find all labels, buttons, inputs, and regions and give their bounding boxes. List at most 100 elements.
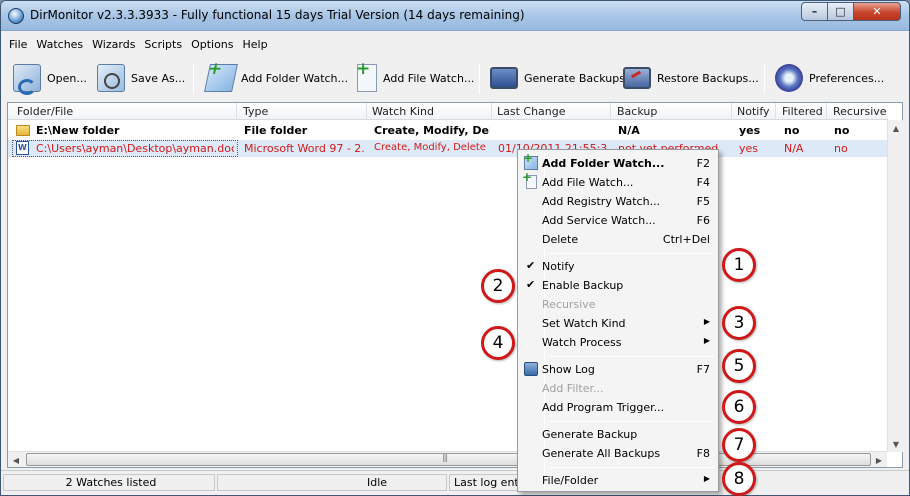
preferences-button[interactable]: Preferences... (775, 62, 884, 94)
column-folder-file[interactable]: Folder/File (17, 105, 73, 118)
word-document-icon (16, 141, 29, 155)
toolbar-separator (764, 64, 765, 94)
menu-item-delete[interactable]: Delete Ctrl+Del (520, 230, 716, 249)
open-button[interactable]: Open... (13, 62, 87, 95)
table-row[interactable]: C:\Users\ayman\Desktop\ayman.doc Microso… (8, 140, 888, 157)
restore-backups-button[interactable]: Restore Backups... (623, 62, 759, 94)
open-label: Open... (47, 71, 87, 85)
callout-6: 6 (722, 390, 756, 424)
menu-item-label: File/Folder (542, 474, 599, 487)
add-file-watch-button[interactable]: Add File Watch... (351, 59, 475, 94)
column-recursive[interactable]: Recursive (833, 105, 887, 118)
log-icon (524, 362, 538, 376)
scroll-right-icon[interactable]: ▶ (871, 452, 887, 468)
menu-item-enable-backup[interactable]: ✔ Enable Backup (520, 276, 716, 295)
save-as-button[interactable]: Save As... (97, 62, 185, 94)
gear-icon (775, 64, 803, 92)
cell-recursive: no (834, 124, 850, 137)
column-divider[interactable] (491, 103, 492, 120)
cell-filtered: no (784, 124, 800, 137)
column-watch-kind[interactable]: Watch Kind (372, 105, 434, 118)
app-icon (8, 8, 24, 24)
cell-watch-kind: Create, Modify, Delete (374, 142, 486, 153)
menu-item-generate-backup[interactable]: Generate Backup (520, 425, 716, 444)
menu-item-add-folder-watch[interactable]: Add Folder Watch... F2 (520, 151, 716, 173)
callout-5: 5 (722, 349, 756, 383)
menu-item-label: Enable Backup (542, 279, 624, 292)
vertical-scrollbar[interactable]: ▲ ▼ (887, 120, 903, 452)
menu-item-shortcut: F2 (696, 157, 710, 170)
generate-backups-button[interactable]: Generate Backups (490, 62, 625, 94)
menu-item-label: Delete (542, 233, 579, 246)
column-filtered[interactable]: Filtered (782, 105, 823, 118)
callout-3: 3 (722, 306, 756, 340)
column-divider[interactable] (236, 103, 237, 120)
menu-item-set-watch-kind[interactable]: Set Watch Kind ▶ (520, 314, 716, 333)
column-divider[interactable] (366, 103, 367, 120)
maximize-button[interactable]: □ (827, 2, 854, 21)
save-as-icon (97, 64, 125, 92)
column-divider[interactable] (731, 103, 732, 120)
callout-8: 8 (722, 462, 756, 496)
menu-separator (548, 356, 714, 357)
toolbar-separator (479, 64, 480, 94)
context-menu: Add Folder Watch... F2 Add File Watch...… (517, 149, 719, 492)
column-notify[interactable]: Notify (737, 105, 770, 118)
scroll-up-icon[interactable]: ▲ (888, 120, 904, 136)
menu-item-add-program-trigger[interactable]: Add Program Trigger... (520, 398, 716, 417)
watch-list[interactable]: Folder/File Type Watch Kind Last Change … (7, 102, 903, 468)
menu-item-label: Generate All Backups (542, 447, 661, 460)
submenu-arrow-icon: ▶ (703, 317, 710, 326)
menu-item-notify[interactable]: ✔ Notify (520, 257, 716, 276)
menu-file[interactable]: File (9, 38, 27, 51)
table-row[interactable]: E:\New folder File folder Create, Modify… (8, 122, 888, 139)
add-folder-watch-button[interactable]: Add Folder Watch... (204, 62, 348, 94)
column-type[interactable]: Type (243, 105, 268, 118)
menu-item-add-file-watch[interactable]: Add File Watch... F4 (520, 170, 716, 192)
cell-type: File folder (244, 124, 308, 137)
scroll-down-icon[interactable]: ▼ (888, 436, 904, 452)
column-divider[interactable] (610, 103, 611, 120)
menu-item-watch-process[interactable]: Watch Process ▶ (520, 333, 716, 352)
menu-wizards[interactable]: Wizards (92, 38, 135, 51)
column-divider[interactable] (826, 103, 827, 120)
status-watches: 2 Watches listed (3, 474, 215, 491)
menu-item-label: Show Log (542, 363, 595, 376)
menu-options[interactable]: Options (191, 38, 233, 51)
menu-watches[interactable]: Watches (36, 38, 83, 51)
folder-icon (16, 125, 30, 136)
add-file-watch-label: Add File Watch... (383, 71, 475, 85)
menu-item-label: Set Watch Kind (542, 317, 626, 330)
scroll-left-icon[interactable]: ◀ (8, 452, 24, 468)
cell-path: E:\New folder (36, 124, 120, 137)
check-icon: ✔ (526, 259, 536, 272)
menu-item-show-log[interactable]: Show Log F7 (520, 360, 716, 379)
window-title: DirMonitor v2.3.3.3933 - Fully functiona… (30, 8, 525, 22)
generate-backups-label: Generate Backups (524, 71, 625, 85)
menu-item-shortcut: F5 (696, 195, 710, 208)
add-folder-watch-icon (523, 151, 538, 170)
menu-scripts[interactable]: Scripts (144, 38, 182, 51)
column-last-change[interactable]: Last Change (497, 105, 566, 118)
title-bar[interactable]: DirMonitor v2.3.3.3933 - Fully functiona… (1, 1, 909, 31)
app-window: DirMonitor v2.3.3.3933 - Fully functiona… (0, 0, 910, 496)
menu-item-recursive: Recursive (520, 295, 716, 314)
menu-item-add-service-watch[interactable]: Add Service Watch... F6 (520, 211, 716, 230)
menu-item-shortcut: F6 (696, 214, 710, 227)
menu-item-label: Add Program Trigger... (542, 401, 665, 414)
menu-help[interactable]: Help (243, 38, 268, 51)
minimize-button[interactable]: – (801, 2, 828, 21)
horizontal-scrollbar[interactable]: ◀ ▶ (8, 451, 887, 467)
add-file-watch-icon (356, 59, 377, 92)
column-divider[interactable] (775, 103, 776, 120)
menu-item-generate-all-backups[interactable]: Generate All Backups F8 (520, 444, 716, 463)
submenu-arrow-icon: ▶ (703, 336, 710, 345)
menu-item-add-registry-watch[interactable]: Add Registry Watch... F5 (520, 192, 716, 211)
preferences-label: Preferences... (809, 71, 885, 85)
column-backup[interactable]: Backup (617, 105, 657, 118)
check-icon: ✔ (526, 278, 536, 291)
menu-item-label: Generate Backup (542, 428, 638, 441)
menu-item-shortcut: Ctrl+Del (662, 233, 710, 246)
menu-item-file-folder[interactable]: File/Folder ▶ (520, 471, 716, 490)
close-button[interactable]: ✕ (853, 2, 901, 21)
